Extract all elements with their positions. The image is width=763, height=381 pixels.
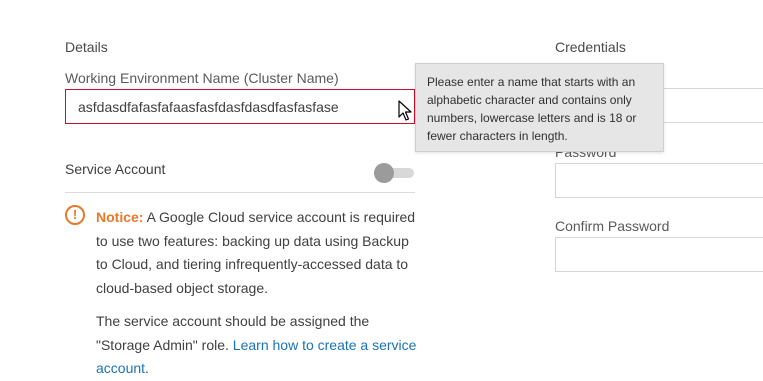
validation-tooltip: Please enter a name that starts with an … (415, 63, 664, 152)
notice-title: Notice: (96, 209, 144, 225)
confirm-password-label: Confirm Password (555, 218, 670, 234)
credentials-section-title: Credentials (555, 39, 626, 55)
notice-body: A Google Cloud service account is requir… (96, 209, 416, 296)
mouse-cursor-icon (398, 100, 412, 121)
notice-text: Notice: A Google Cloud service account i… (96, 206, 416, 300)
working-environment-name-input[interactable]: asfdasdfafasfafaasfasfdasfdasdfasfasfase (65, 89, 415, 124)
toggle-knob (374, 163, 394, 183)
password-input[interactable] (555, 163, 763, 198)
divider (65, 192, 415, 193)
confirm-password-input[interactable] (555, 237, 763, 272)
details-section-title: Details (65, 39, 108, 55)
service-account-label: Service Account (65, 161, 166, 177)
tooltip-text: Please enter a name that starts with an … (427, 75, 637, 143)
role-text-end: . (145, 360, 149, 376)
working-environment-name-label: Working Environment Name (Cluster Name) (65, 70, 339, 86)
exclamation-circle-icon: ! (65, 205, 85, 225)
working-environment-name-value: asfdasdfafasfafaasfasfdasfdasdfasfasfase (78, 98, 339, 115)
